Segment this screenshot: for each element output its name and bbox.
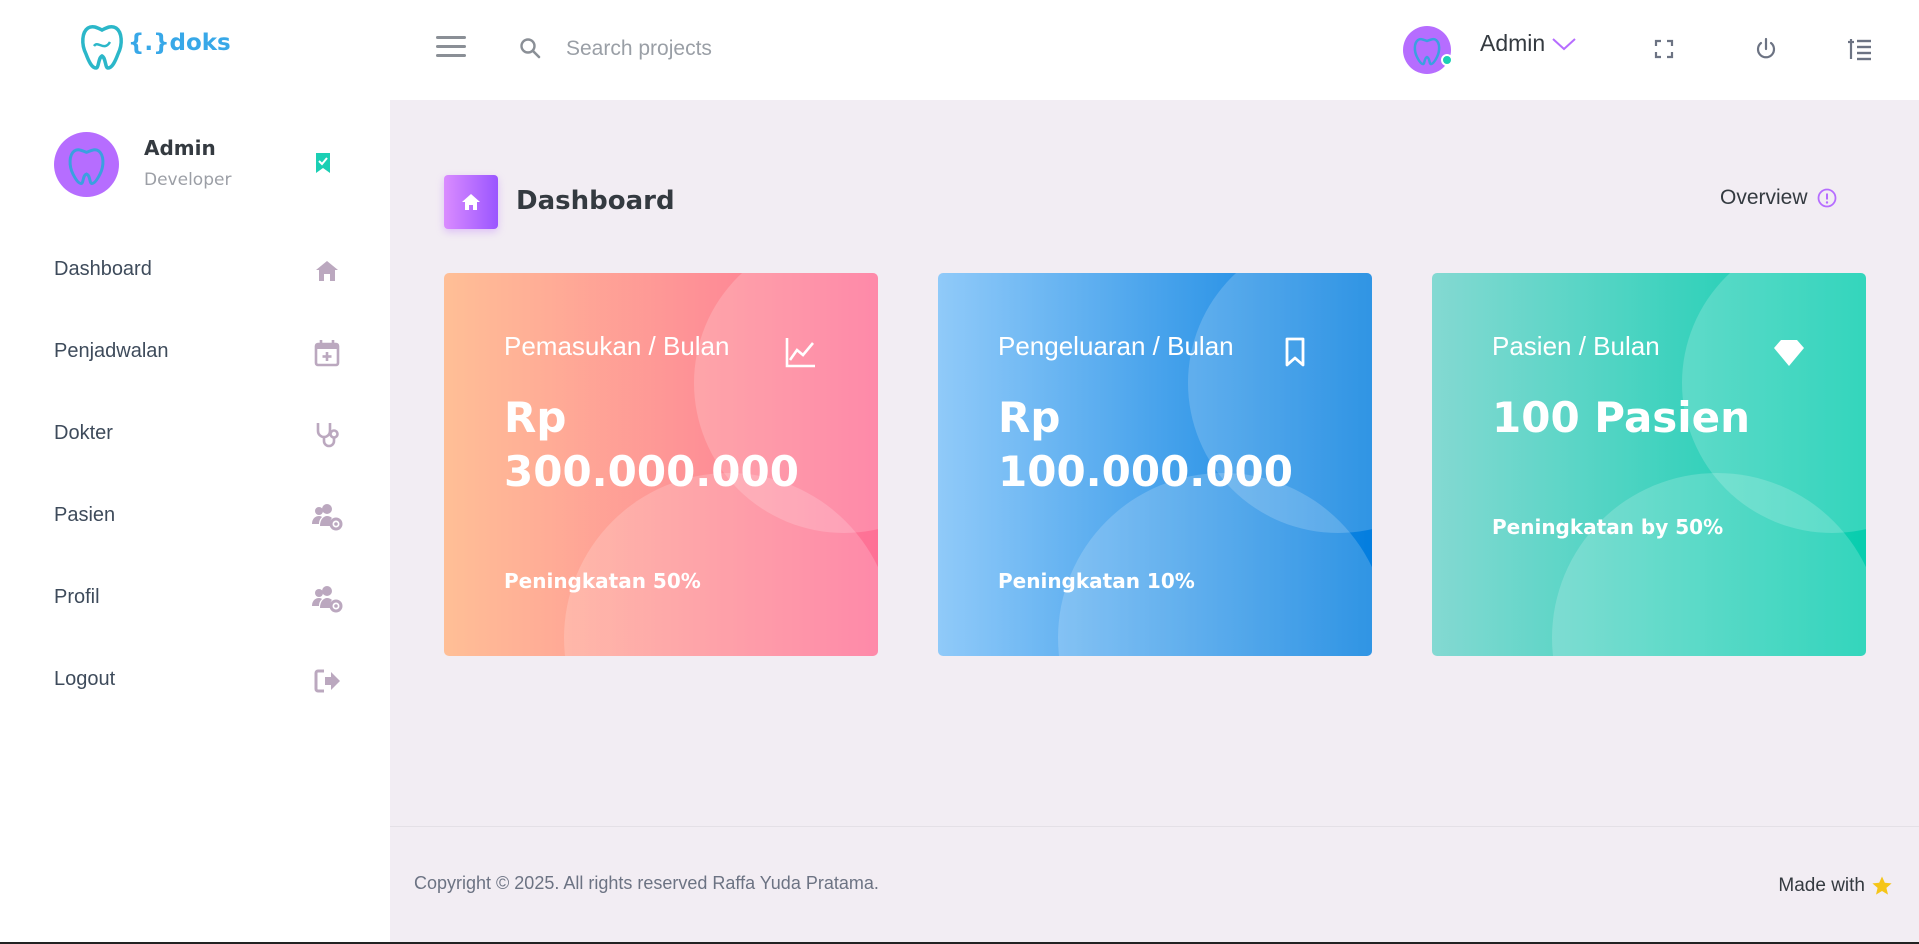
sidebar-item-label: Dokter	[54, 422, 113, 444]
card-footer: Peningkatan 50%	[504, 569, 701, 593]
users-cog-icon	[312, 586, 343, 613]
footer: Copyright © 2025. All rights reserved Ra…	[390, 826, 1919, 944]
card-value: Rp 100.000.000	[998, 393, 1293, 496]
stethoscope-icon	[316, 423, 339, 448]
calendar-plus-icon	[314, 340, 340, 367]
user-dropdown[interactable]: Admin	[1480, 30, 1577, 57]
footer-made-with: Made with	[1778, 875, 1893, 897]
sidebar-item-dashboard[interactable]: Dashboard	[54, 240, 344, 322]
search-icon	[520, 38, 541, 59]
tooth-avatar-icon	[68, 148, 105, 185]
sidebar-item-label: Penjadwalan	[54, 340, 169, 362]
logout-icon	[314, 669, 340, 693]
sidebar-item-label: Dashboard	[54, 258, 152, 280]
card-footer: Peningkatan by 50%	[1492, 515, 1724, 539]
card-title: Pengeluaran / Bulan	[998, 331, 1234, 361]
overview-link[interactable]: Overview	[1720, 186, 1838, 210]
chart-line-icon	[785, 338, 815, 368]
page-title: Dashboard	[516, 186, 675, 216]
sidebar-item-label: Logout	[54, 668, 116, 690]
tooth-avatar-icon	[1413, 37, 1441, 66]
users-cog-icon	[312, 504, 343, 531]
sidebar-item-profil[interactable]: Profil	[54, 568, 344, 650]
top-navbar: {.}doks Admin	[0, 0, 1919, 100]
home-icon	[462, 194, 480, 210]
avatar	[54, 132, 119, 197]
chevron-down-icon	[1552, 37, 1576, 50]
page-icon	[444, 175, 498, 229]
diamond-icon	[1774, 340, 1804, 366]
star-icon	[1872, 876, 1892, 895]
sidebar: Admin Developer Dashboard Penjadwalan Do…	[0, 100, 390, 944]
overview-label: Overview	[1720, 186, 1808, 209]
fullscreen-icon[interactable]	[1651, 36, 1677, 62]
sidebar-item-label: Pasien	[54, 504, 116, 526]
info-circle-icon	[1817, 188, 1836, 208]
profile-name: Admin	[144, 136, 216, 160]
sidebar-item-pasien[interactable]: Pasien	[54, 486, 344, 568]
online-indicator	[1441, 54, 1453, 66]
card-title: Pemasukan / Bulan	[504, 331, 730, 361]
bookmark-icon	[1285, 337, 1305, 367]
stat-card-pengeluaran: Pengeluaran / Bulan Rp 100.000.000 Penin…	[938, 273, 1372, 656]
profile-role: Developer	[144, 170, 232, 190]
footer-copyright: Copyright © 2025. All rights reserved Ra…	[414, 873, 879, 893]
navbar-avatar[interactable]	[1403, 26, 1453, 74]
card-title: Pasien / Bulan	[1492, 331, 1660, 361]
sidebar-item-dokter[interactable]: Dokter	[54, 404, 344, 486]
navbar-user-name: Admin	[1480, 30, 1546, 56]
sidebar-item-label: Profil	[54, 586, 100, 608]
stat-card-pemasukan: Pemasukan / Bulan Rp 300.000.000 Peningk…	[444, 273, 878, 656]
card-value: Rp 300.000.000	[504, 393, 799, 496]
stat-card-pasien: Pasien / Bulan 100 Pasien Peningkatan by…	[1432, 273, 1866, 656]
card-footer: Peningkatan 10%	[998, 569, 1195, 593]
power-icon[interactable]	[1753, 36, 1779, 62]
brand-text: {.}doks	[128, 30, 231, 56]
home-icon	[316, 261, 338, 281]
menu-icon	[436, 36, 466, 39]
sidebar-nav: Dashboard Penjadwalan Dokter Pasien Prof…	[54, 240, 344, 732]
brand-logo[interactable]: {.}doks	[78, 22, 231, 72]
tooth-logo-icon	[81, 25, 123, 70]
bookmark-check-icon	[316, 153, 330, 173]
menu-toggle-button[interactable]	[436, 36, 466, 62]
card-value: 100 Pasien	[1492, 393, 1751, 442]
settings-list-icon[interactable]	[1847, 36, 1873, 62]
sidebar-profile[interactable]: Admin Developer	[54, 132, 344, 198]
search-input[interactable]	[566, 30, 966, 68]
sidebar-item-penjadwalan[interactable]: Penjadwalan	[54, 322, 344, 404]
made-with-label: Made with	[1778, 875, 1865, 896]
sidebar-item-logout[interactable]: Logout	[54, 650, 344, 732]
